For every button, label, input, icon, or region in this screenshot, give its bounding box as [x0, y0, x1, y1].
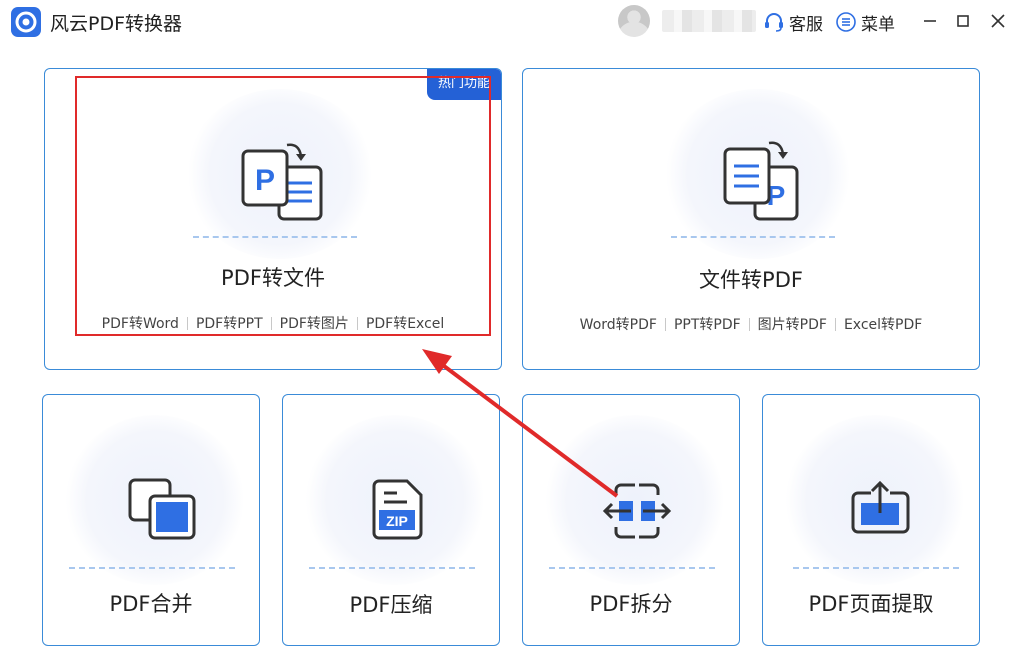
- menu-button[interactable]: 菜单: [835, 9, 895, 35]
- title-bar: 风云PDF转换器 客服 菜单: [0, 0, 1014, 44]
- maximize-icon: [957, 15, 969, 27]
- link-excel-to-pdf[interactable]: Excel转PDF: [836, 314, 930, 334]
- divider-dashed: [193, 236, 357, 238]
- card-title: PDF页面提取: [808, 592, 934, 616]
- link-pdf-to-excel[interactable]: PDF转Excel: [358, 313, 452, 333]
- link-word-to-pdf[interactable]: Word转PDF: [572, 314, 665, 334]
- link-image-to-pdf[interactable]: 图片转PDF: [750, 314, 835, 334]
- card-title: PDF拆分: [589, 592, 673, 616]
- link-pdf-to-image[interactable]: PDF转图片: [272, 313, 357, 333]
- divider-dashed: [671, 236, 835, 238]
- card-title: PDF压缩: [349, 593, 433, 617]
- divider-dashed: [309, 567, 475, 569]
- card-pdf-split[interactable]: PDF拆分: [522, 394, 740, 646]
- card-pdf-to-file[interactable]: 热门功能 P PDF转文件 PDF转Word PDF转PPT PDF转图片 PD…: [44, 68, 502, 370]
- link-pdf-to-ppt[interactable]: PDF转PPT: [188, 313, 271, 333]
- menu-icon: [836, 12, 856, 32]
- app-logo-icon: [11, 7, 41, 37]
- minimize-icon: [924, 20, 936, 22]
- split-arrows-icon: [602, 483, 672, 539]
- card-title: 文件转PDF: [699, 268, 803, 292]
- minimize-button[interactable]: [918, 8, 942, 34]
- app-title: 风云PDF转换器: [50, 13, 183, 35]
- card-pdf-compress[interactable]: ZIP PDF压缩: [282, 394, 500, 646]
- divider-dashed: [69, 567, 235, 569]
- pdf-to-document-icon: P: [241, 143, 323, 221]
- username-redacted: [662, 10, 756, 32]
- page-extract-icon: [851, 480, 910, 534]
- divider-dashed: [793, 567, 959, 569]
- card-title: PDF合并: [109, 592, 193, 616]
- service-button[interactable]: 客服: [763, 9, 823, 35]
- close-button[interactable]: [986, 8, 1010, 34]
- merge-pages-icon: [128, 478, 196, 540]
- close-icon: [991, 14, 1005, 28]
- menu-label: 菜单: [861, 14, 895, 35]
- card-file-to-pdf[interactable]: P 文件转PDF Word转PDF PPT转PDF 图片转PDF Excel转P…: [522, 68, 980, 370]
- document-to-pdf-icon: P: [723, 141, 799, 221]
- card-pdf-merge[interactable]: PDF合并: [42, 394, 260, 646]
- sub-links: Word转PDF PPT转PDF 图片转PDF Excel转PDF: [523, 314, 979, 334]
- hot-feature-badge: 热门功能: [427, 69, 501, 100]
- maximize-button[interactable]: [951, 8, 975, 34]
- card-title: PDF转文件: [221, 266, 325, 290]
- zip-file-icon: ZIP: [372, 479, 423, 540]
- avatar[interactable]: [618, 5, 650, 37]
- link-ppt-to-pdf[interactable]: PPT转PDF: [666, 314, 749, 334]
- headset-icon: [765, 13, 783, 32]
- divider-dashed: [549, 567, 715, 569]
- sub-links: PDF转Word PDF转PPT PDF转图片 PDF转Excel: [45, 313, 501, 333]
- zip-label: ZIP: [386, 513, 408, 529]
- svg-text:P: P: [255, 164, 275, 197]
- service-label: 客服: [789, 14, 823, 35]
- card-pdf-page-extract[interactable]: PDF页面提取: [762, 394, 980, 646]
- link-pdf-to-word[interactable]: PDF转Word: [94, 313, 187, 333]
